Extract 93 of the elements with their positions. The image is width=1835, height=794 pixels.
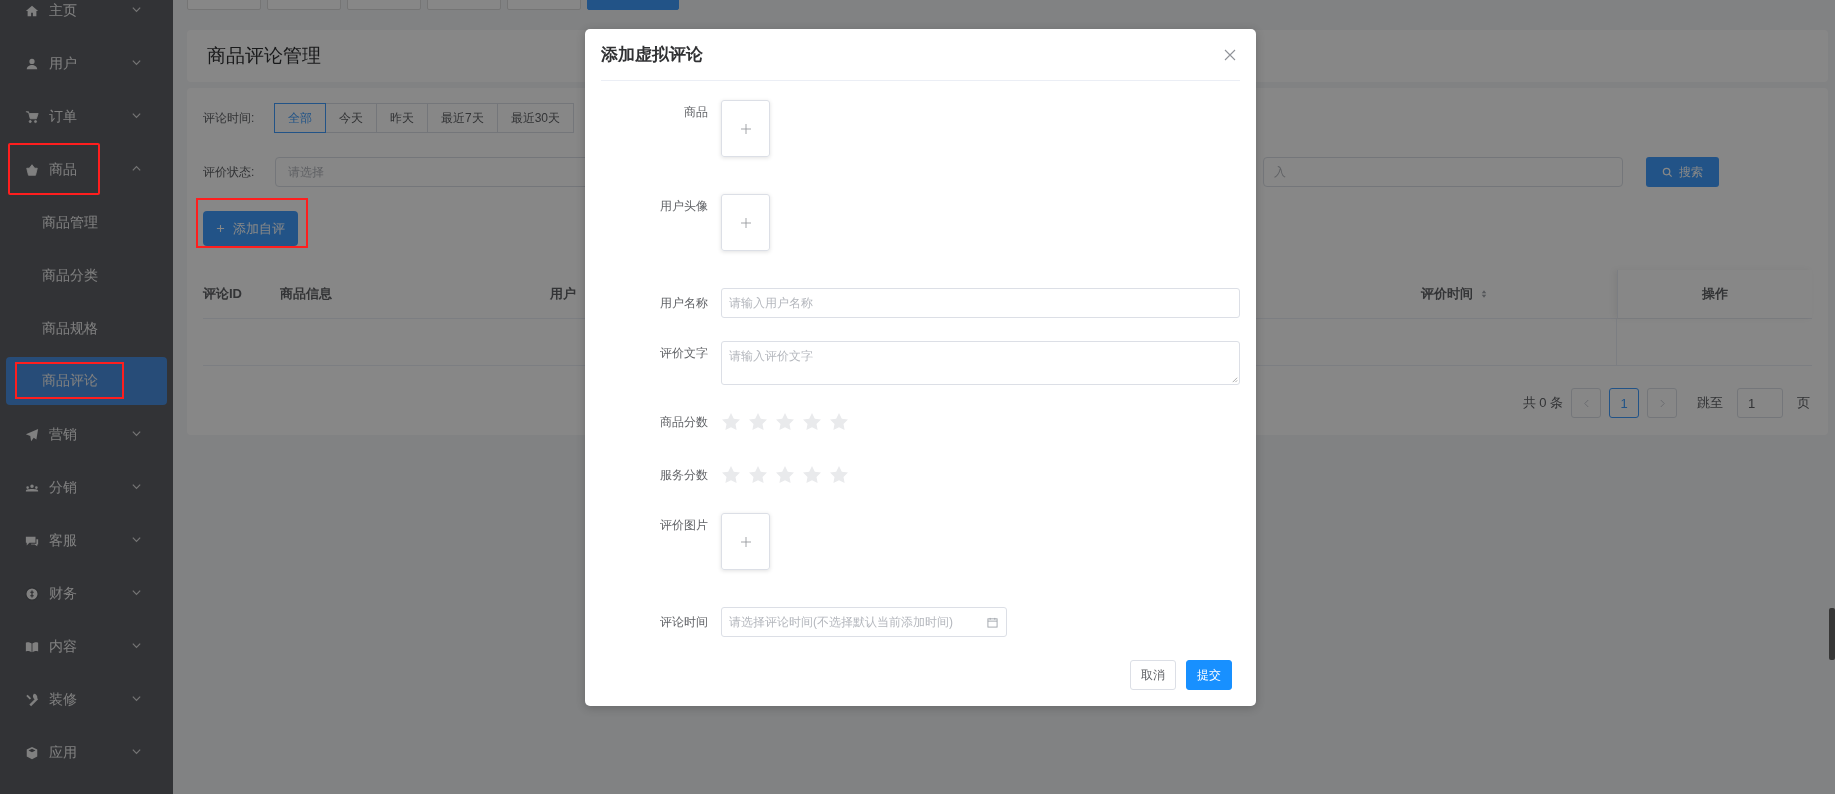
user-icon (25, 56, 39, 71)
sidebar-item[interactable]: 主页 (0, 0, 173, 37)
time-filter-button[interactable]: 全部 (274, 103, 326, 133)
chevron-icon (131, 110, 142, 121)
sidebar-item[interactable]: 营销 (0, 408, 173, 461)
sidebar-item[interactable]: 内容 (0, 620, 173, 673)
page-number[interactable]: 1 (1609, 388, 1639, 418)
form-label: 用户头像 (659, 198, 709, 215)
send-icon (25, 427, 39, 442)
book-icon (25, 639, 39, 654)
upload-box[interactable] (721, 194, 770, 251)
sidebar-item-label: 商品 (49, 160, 77, 179)
cancel-button[interactable]: 取消 (1130, 660, 1176, 690)
home-icon (25, 3, 39, 18)
page-jump-field[interactable]: 1 (1737, 388, 1783, 418)
submenu-item[interactable]: 商品分类 (6, 249, 167, 302)
sidebar-item-label: 财务 (49, 584, 77, 603)
page-suffix: 页 (1797, 394, 1810, 412)
search-icon (1662, 166, 1673, 178)
sidebar-item-label: 用户 (49, 54, 77, 73)
upload-box[interactable] (721, 100, 770, 157)
sidebar-item-label: 主页 (49, 1, 77, 20)
time-filter-button[interactable]: 今天 (325, 103, 377, 133)
form-label: 商品分数 (659, 413, 709, 431)
chevron-icon (131, 428, 142, 439)
form-label: 评论时间 (659, 613, 709, 631)
sidebar-item[interactable]: 分销 (0, 461, 173, 514)
sidebar-item[interactable]: 客服 (0, 514, 173, 567)
basket-icon (25, 162, 39, 177)
dialog-title: 添加虚拟评论 (601, 44, 703, 66)
submit-button[interactable]: 提交 (1186, 660, 1232, 690)
sidebar-item[interactable]: 商品 (0, 143, 173, 196)
add-review-button[interactable]: 添加自评 (203, 211, 298, 246)
textarea-field[interactable]: 请输入评价文字 (721, 341, 1240, 385)
scroll-handle[interactable] (1829, 608, 1835, 660)
chevron-icon (131, 693, 142, 704)
column-header: 用户 (550, 285, 576, 303)
chevron-icon (131, 163, 142, 174)
sidebar-item[interactable]: 应用 (0, 726, 173, 779)
form-label: 服务分数 (659, 466, 709, 484)
cart-icon (25, 109, 39, 124)
sidebar-item-label: 应用 (49, 743, 77, 762)
sort-icon[interactable] (1480, 289, 1487, 299)
plus-icon (216, 224, 225, 233)
cube-icon (25, 745, 39, 760)
submenu-item[interactable]: 商品规格 (6, 302, 167, 355)
chevron-icon (131, 640, 142, 651)
close-icon[interactable] (1224, 48, 1236, 61)
sidebar-item-label: 分销 (49, 478, 77, 497)
chevron-icon (131, 481, 142, 492)
sidebar-item-label: 内容 (49, 637, 77, 656)
chevron-icon (131, 746, 142, 757)
chevron-icon (131, 57, 142, 68)
form-label: 评价文字 (659, 345, 709, 362)
coin-icon (25, 586, 39, 601)
total-count: 共 0 条 (1522, 394, 1563, 412)
time-filter-button[interactable]: 最近30天 (496, 103, 575, 133)
chevron-icon (131, 4, 142, 15)
column-header: 商品信息 (280, 285, 332, 303)
plus-icon (740, 123, 751, 134)
sidebar-item[interactable]: 装修 (0, 673, 173, 726)
calendar-icon (987, 616, 998, 628)
column-header[interactable]: 评价时间 (1420, 285, 1487, 303)
upload-box[interactable] (721, 513, 770, 570)
time-filter-button[interactable]: 昨天 (376, 103, 428, 133)
sidebar-item-label: 订单 (49, 107, 77, 126)
sidebar-item-label: 营销 (49, 425, 77, 444)
column-header: 评论ID (203, 285, 242, 303)
jump-label: 跳至 (1697, 394, 1723, 412)
wrench-icon (25, 692, 39, 707)
submenu-item[interactable]: 商品评论 (6, 357, 167, 405)
date-field[interactable]: 请选择评论时间(不选择默认当前添加时间) (721, 607, 1007, 637)
search-button[interactable]: 搜索 (1646, 157, 1719, 187)
sidebar-item[interactable]: 用户 (0, 37, 173, 90)
resize-grip-icon[interactable] (1231, 376, 1238, 383)
column-header: 操作 (1702, 285, 1728, 303)
page-title: 商品评论管理 (207, 44, 321, 68)
filter-label: 评论时间: (203, 109, 256, 127)
sidebar-item[interactable]: 财务 (0, 567, 173, 620)
time-filter-button[interactable]: 最近7天 (427, 103, 498, 133)
sidebar-item-label: 装修 (49, 690, 77, 709)
plus-icon (740, 536, 751, 547)
form-label: 评价图片 (659, 517, 709, 534)
filter-label: 评价状态: (203, 163, 256, 181)
chevron-icon (131, 587, 142, 598)
sidebar-item-label: 客服 (49, 531, 77, 550)
form-label: 用户名称 (659, 294, 709, 312)
plus-icon (740, 217, 751, 228)
input-field[interactable]: 请输入用户名称 (721, 288, 1240, 318)
submenu-item[interactable]: 商品管理 (6, 196, 167, 249)
form-label: 商品 (683, 104, 709, 121)
sidebar-item[interactable]: 订单 (0, 90, 173, 143)
chevron-icon (131, 534, 142, 545)
